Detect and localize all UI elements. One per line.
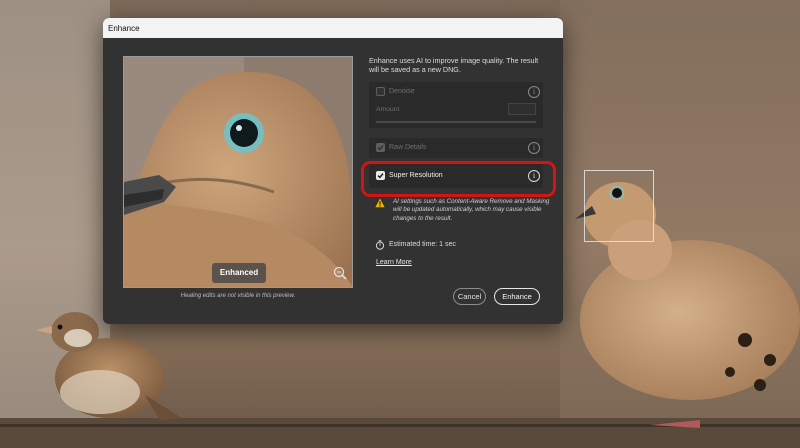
cancel-button[interactable]: Cancel bbox=[453, 288, 486, 305]
dialog-title: Enhance bbox=[103, 18, 563, 38]
intro-text: Enhance uses AI to improve image quality… bbox=[369, 56, 539, 74]
checkmark-icon bbox=[377, 145, 384, 151]
info-icon[interactable]: i bbox=[528, 142, 540, 154]
enhance-dialog: Enhance Enhanced Healing edits are not v… bbox=[103, 18, 563, 324]
denoise-label: Denoise bbox=[389, 88, 415, 95]
stopwatch-icon bbox=[375, 240, 385, 250]
denoise-row: Denoise i bbox=[376, 86, 540, 98]
denoise-panel: Denoise i Amount bbox=[369, 82, 543, 128]
preview-caption: Healing edits are not visible in this pr… bbox=[180, 293, 296, 299]
warning-triangle-icon bbox=[375, 198, 385, 208]
enhance-button[interactable]: Enhance bbox=[494, 288, 540, 305]
raw-details-row: Raw Details i bbox=[376, 142, 540, 154]
raw-details-label: Raw Details bbox=[389, 144, 427, 151]
denoise-checkbox[interactable] bbox=[376, 87, 385, 96]
info-icon[interactable]: i bbox=[528, 86, 540, 98]
amount-label: Amount bbox=[376, 106, 400, 113]
estimated-time: Estimated time: 1 sec bbox=[389, 241, 456, 248]
learn-more-link[interactable]: Learn More bbox=[376, 259, 412, 266]
enhance-preview[interactable]: Enhanced bbox=[123, 56, 353, 288]
amount-field[interactable] bbox=[508, 103, 536, 115]
amount-slider[interactable] bbox=[376, 121, 536, 123]
preview-image bbox=[124, 57, 352, 287]
enhanced-badge: Enhanced bbox=[212, 263, 266, 283]
warning-text: AI settings such as Content-Aware Remove… bbox=[393, 198, 550, 222]
highlight-annotation bbox=[361, 161, 556, 197]
zoom-icon[interactable] bbox=[332, 265, 348, 281]
selection-rectangle bbox=[584, 170, 654, 242]
raw-details-checkbox[interactable] bbox=[376, 143, 385, 152]
raw-details-panel: Raw Details i bbox=[369, 138, 543, 158]
